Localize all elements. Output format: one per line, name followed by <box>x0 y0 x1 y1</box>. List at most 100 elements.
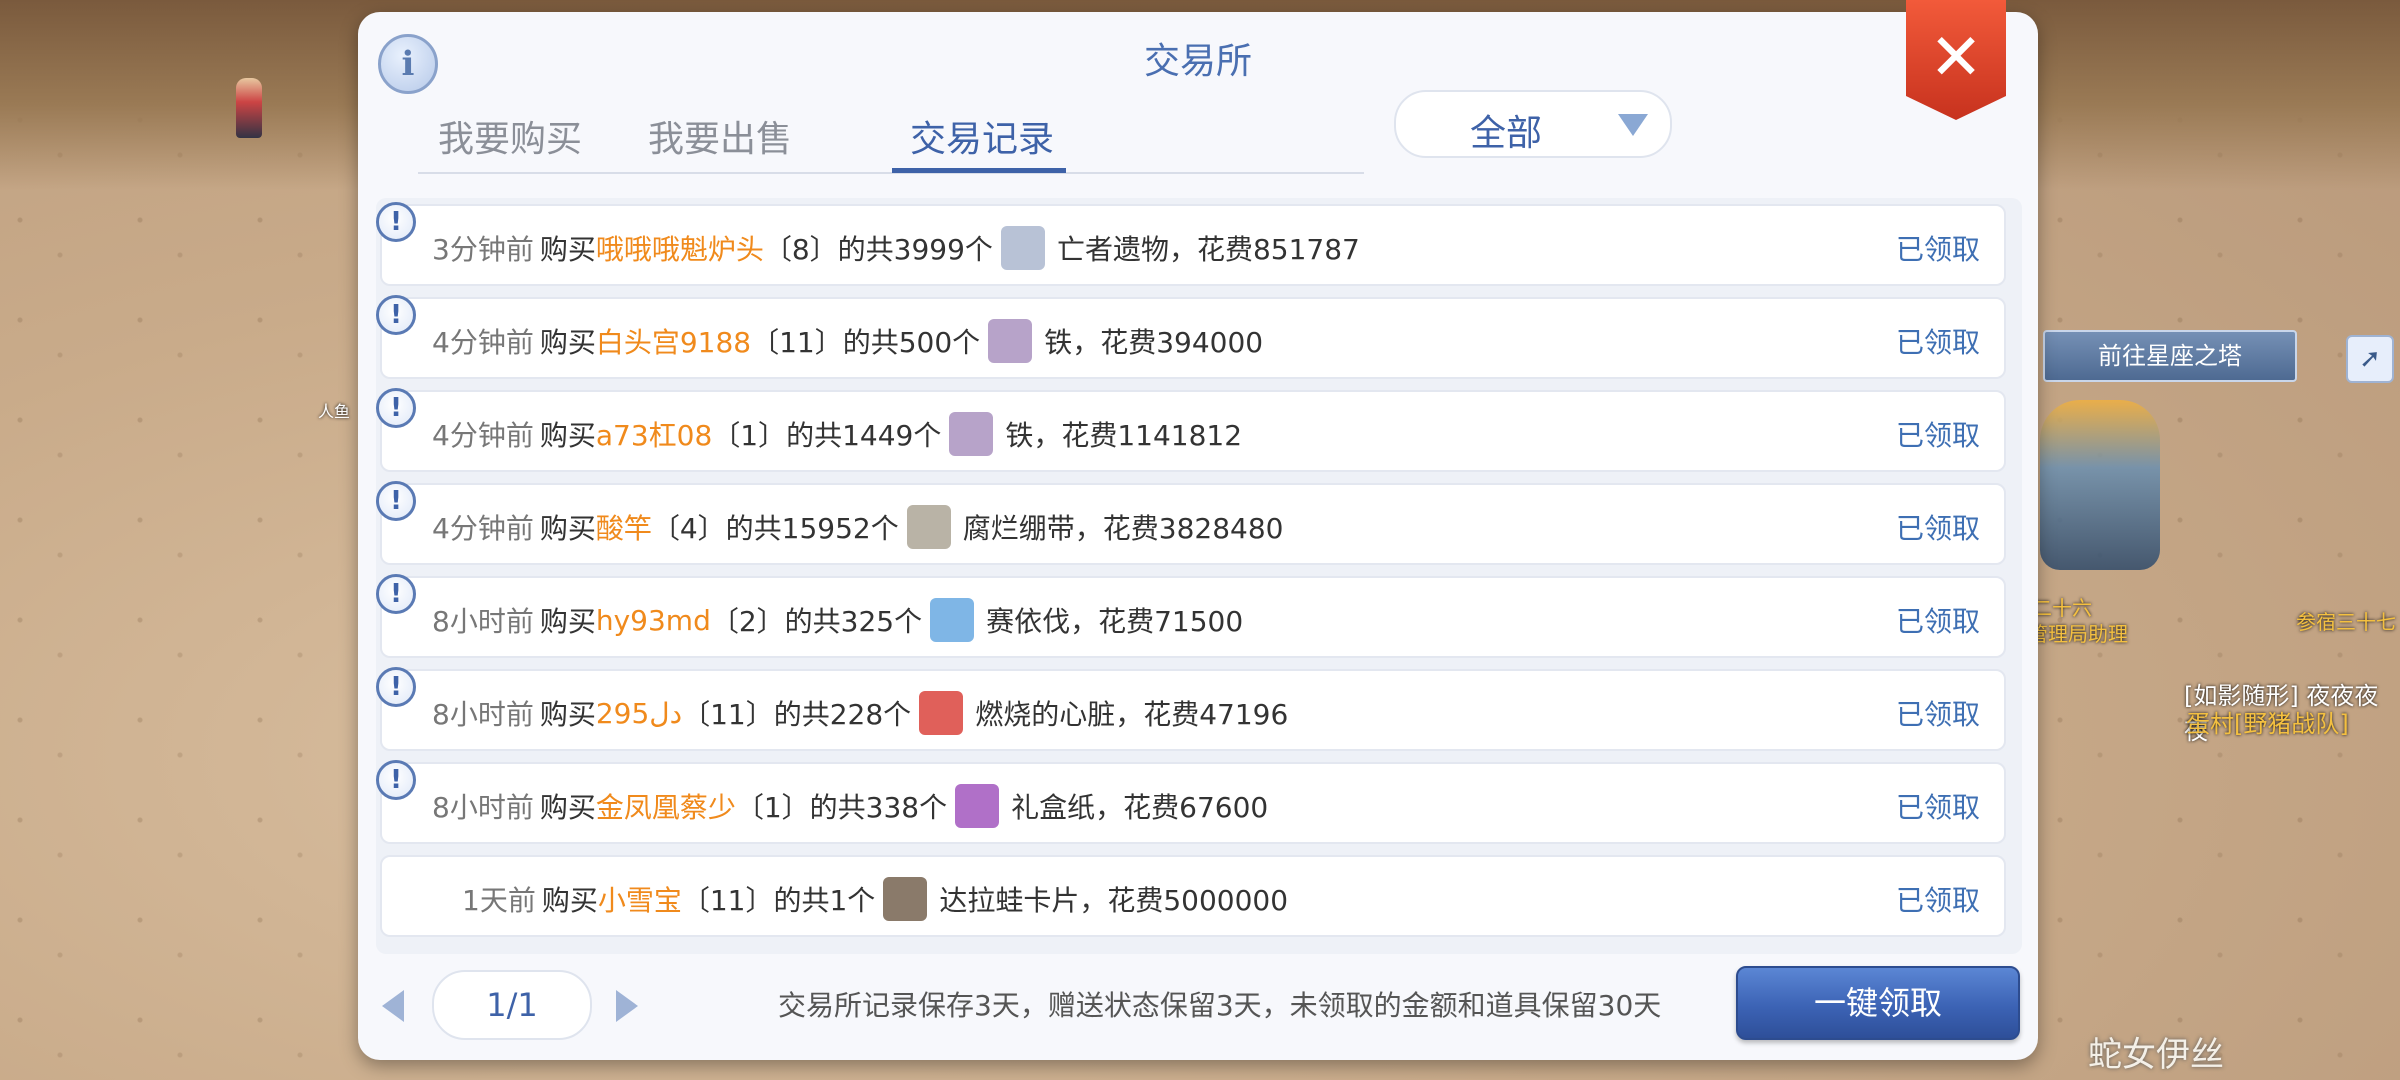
burning-heart-icon[interactable] <box>919 691 964 735</box>
npc-title-label: 二十六 <box>2032 596 2092 620</box>
record-time: 3分钟前 <box>432 233 534 266</box>
npc-role-label: 管理局助理 <box>2028 622 2128 646</box>
next-page-icon[interactable] <box>616 990 638 1022</box>
crystal-icon[interactable] <box>930 598 975 642</box>
npc-name-label: 人鱼 <box>318 402 351 421</box>
record-item-cost: 燃烧的心脏，花费47196 <box>975 698 1289 731</box>
tab-sell[interactable]: 我要出售 <box>648 110 792 162</box>
record-item-cost: 达拉蛙卡片，花费5000000 <box>939 884 1289 917</box>
record-action: 购买 <box>539 419 596 452</box>
record-text: 3分钟前 购买 哦哦哦魁炉头 〔8〕的共3999个 亡者遗物，花费851787 <box>432 226 1360 270</box>
record-item-cost: 铁，花费1141812 <box>1005 419 1243 452</box>
record-quantity: 〔1〕的共338个 <box>735 791 948 824</box>
trade-record-row: ! 4分钟前 购买 a73杠08 〔1〕的共1449个 铁，花费1141812 已领取 <box>376 388 2006 472</box>
tab-trade-records[interactable]: 交易记录 <box>910 110 1054 162</box>
claim-status: 已领取 <box>1895 419 1980 452</box>
relic-box-icon[interactable] <box>1000 226 1045 270</box>
record-action: 购买 <box>539 698 596 731</box>
map-shortcut-icon[interactable]: ➚ <box>2346 335 2394 383</box>
record-time: 8小时前 <box>432 698 534 731</box>
seller-name[interactable]: 金凤凰蔡少 <box>596 786 736 826</box>
seller-name[interactable]: 白头宫9188 <box>596 321 751 361</box>
trade-record-list[interactable]: ! 3分钟前 购买 哦哦哦魁炉头 〔8〕的共3999个 亡者遗物，花费851787 已领取!… <box>376 198 2022 954</box>
record-text: 4分钟前 购买 白头宫9188 〔11〕的共500个 铁，花费394000 <box>432 319 1263 363</box>
claim-status: 已领取 <box>1895 233 1980 266</box>
trade-record-row: ! 4分钟前 购买 白头宫9188 〔11〕的共500个 铁，花费394000 已领取 <box>376 295 2006 379</box>
claim-status: 已领取 <box>1895 791 1980 824</box>
record-item-cost: 赛依伐，花费71500 <box>986 605 1244 638</box>
record-item-cost: 腐烂绷带，花费3828480 <box>962 512 1284 545</box>
record-quantity: 〔8〕的共3999个 <box>763 233 993 266</box>
bandage-icon[interactable] <box>906 505 951 549</box>
tab-bar: 我要购买 我要出售 交易记录 <box>418 94 1364 174</box>
prev-page-icon[interactable] <box>382 990 404 1022</box>
claim-status: 已领取 <box>1895 512 1980 545</box>
close-button[interactable]: ✕ <box>1906 0 2006 120</box>
claim-all-button[interactable]: 一键领取 <box>1736 966 2020 1040</box>
chevron-down-icon <box>1618 114 1648 136</box>
alert-icon[interactable]: ! <box>376 574 416 614</box>
seller-name[interactable]: a73杠08 <box>596 414 712 454</box>
close-icon: ✕ <box>1929 21 1983 95</box>
alert-icon[interactable]: ! <box>376 388 416 428</box>
panel-title: 交易所 <box>1143 41 1252 82</box>
npc-name-right: 参宿三十七 <box>2296 610 2396 634</box>
record-action: 购买 <box>539 233 596 266</box>
go-to-tower-button[interactable]: 前往星座之塔 <box>2043 330 2297 382</box>
seller-name[interactable]: 酸竿 <box>596 507 652 547</box>
iron-ore-icon[interactable] <box>988 319 1033 363</box>
record-quantity: 〔11〕的共1个 <box>681 884 876 917</box>
seller-name[interactable]: دل295 <box>596 697 682 730</box>
trade-record-row: ! 8小时前 购买 دل295 〔11〕的共228个 燃烧的心脏，花费47196 已领取 <box>376 667 2006 751</box>
tab-buy[interactable]: 我要购买 <box>438 110 582 162</box>
claim-status: 已领取 <box>1895 884 1980 917</box>
player-character <box>2040 400 2160 570</box>
record-item-cost: 礼盒纸，花费67600 <box>1011 791 1269 824</box>
record-time: 1天前 <box>462 884 536 917</box>
active-tab-underline <box>892 168 1066 173</box>
record-action: 购买 <box>541 884 598 917</box>
record-action: 购买 <box>539 605 596 638</box>
trade-record-row: ! 4分钟前 购买 酸竿 〔4〕的共15952个 腐烂绷带，花费3828480 已领取 <box>376 481 2006 565</box>
claim-status: 已领取 <box>1895 698 1980 731</box>
iron-ore-icon[interactable] <box>949 412 994 456</box>
seller-name[interactable]: 哦哦哦魁炉头 <box>596 228 764 268</box>
card-icon[interactable] <box>883 877 928 921</box>
page-indicator: 1/1 <box>432 970 592 1040</box>
record-action: 购买 <box>539 512 596 545</box>
trade-record-row: ! 8小时前 购买 hy93md 〔2〕的共325个 赛依伐，花费71500 已领取 <box>376 574 2006 658</box>
record-text: 1天前 购买 小雪宝 〔11〕的共1个 达拉蛙卡片，花费5000000 <box>462 877 1288 921</box>
record-text: 4分钟前 购买 酸竿 〔4〕的共15952个 腐烂绷带，花费3828480 <box>432 505 1283 549</box>
npc-character <box>236 78 262 138</box>
alert-icon[interactable]: ! <box>376 481 416 521</box>
record-text: 4分钟前 购买 a73杠08 〔1〕的共1449个 铁，花费1141812 <box>432 412 1242 456</box>
exchange-panel: i 交易所 ✕ 我要购买 我要出售 交易记录 全部 ! 3分钟前 购买 哦哦哦魁炉头〔… <box>358 0 2038 1060</box>
record-action: 购买 <box>539 326 596 359</box>
record-time: 8小时前 <box>432 605 534 638</box>
record-time: 4分钟前 <box>432 419 534 452</box>
record-time: 8小时前 <box>432 791 534 824</box>
alert-icon[interactable]: ! <box>376 202 416 242</box>
record-item-cost: 铁，花费394000 <box>1044 326 1264 359</box>
alert-icon[interactable]: ! <box>376 760 416 800</box>
record-quantity: 〔11〕的共228个 <box>682 698 912 731</box>
claim-status: 已领取 <box>1895 605 1980 638</box>
seller-name[interactable]: 小雪宝 <box>598 879 682 919</box>
filter-selected-value: 全部 <box>1469 113 1542 154</box>
alert-icon[interactable]: ! <box>376 295 416 335</box>
record-text: 8小时前 购买 hy93md 〔2〕的共325个 赛依伐，花费71500 <box>432 598 1243 642</box>
trade-record-row: ! 3分钟前 购买 哦哦哦魁炉头 〔8〕的共3999个 亡者遗物，花费851787 已领取 <box>376 202 2006 286</box>
record-item-cost: 亡者遗物，花费851787 <box>1056 233 1360 266</box>
claim-status: 已领取 <box>1895 326 1980 359</box>
trade-record-row: ! 8小时前 购买 金凤凰蔡少 〔1〕的共338个 礼盒纸，花费67600 已领取 <box>376 760 2006 844</box>
record-quantity: 〔2〕的共325个 <box>710 605 923 638</box>
record-quantity: 〔11〕的共500个 <box>751 326 981 359</box>
seller-name[interactable]: hy93md <box>596 604 711 637</box>
record-action: 购买 <box>539 791 596 824</box>
record-filter-dropdown[interactable]: 全部 <box>1394 90 1672 158</box>
record-quantity: 〔4〕的共15952个 <box>651 512 899 545</box>
record-text: 8小时前 购买 دل295 〔11〕的共228个 燃烧的心脏，花费47196 <box>432 691 1288 735</box>
alert-icon[interactable]: ! <box>376 667 416 707</box>
guild-name-line2: 蛋村[野猪战队] <box>2186 710 2349 738</box>
gift-paper-icon[interactable] <box>955 784 1000 828</box>
